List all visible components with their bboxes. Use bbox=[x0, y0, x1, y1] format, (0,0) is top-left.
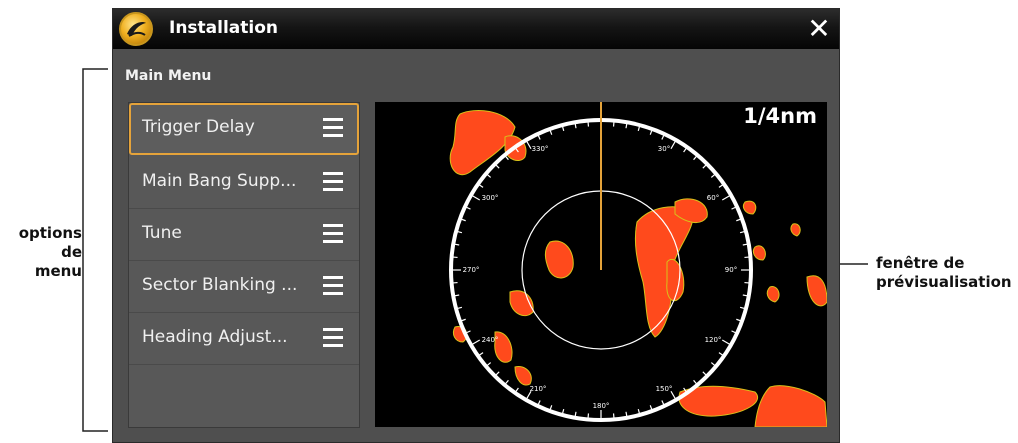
bearing-tick bbox=[744, 256, 751, 259]
bearing-tick bbox=[721, 339, 732, 346]
main-menu-title: Main Menu bbox=[125, 68, 212, 84]
bearing-tick bbox=[587, 120, 590, 127]
main-menu-list: Trigger Delay Main Bang Supp... Tune Sec… bbox=[128, 102, 360, 428]
bearing-tick bbox=[470, 194, 481, 201]
menu-lines-icon[interactable] bbox=[323, 224, 343, 244]
bearing-330: 330° bbox=[532, 145, 549, 153]
bearing-tick bbox=[451, 281, 458, 284]
menu-lines-icon[interactable] bbox=[323, 118, 343, 138]
bearing-180: 180° bbox=[593, 402, 610, 410]
bearing-30: 30° bbox=[658, 145, 670, 153]
bearing-270: 270° bbox=[463, 266, 480, 274]
close-icon[interactable]: ✕ bbox=[805, 15, 833, 43]
bearing-tick bbox=[470, 339, 481, 346]
menu-item-heading-adjust[interactable]: Heading Adjust... bbox=[129, 313, 359, 365]
radar-preview-window: 330° 30° 300° 60° 270° 90° 240° 120° 210… bbox=[375, 102, 827, 427]
bearing-tick bbox=[612, 413, 615, 420]
radar-display: 330° 30° 300° 60° 270° 90° 240° 120° 210… bbox=[449, 102, 827, 427]
menu-lines-icon[interactable] bbox=[323, 276, 343, 296]
annotation-right-line2: prévisualisation bbox=[876, 273, 1012, 291]
menu-item-label: Tune bbox=[142, 223, 182, 243]
menu-item-sector-blanking[interactable]: Sector Blanking ... bbox=[129, 261, 359, 313]
bearing-60: 60° bbox=[707, 194, 719, 202]
bearing-210: 210° bbox=[530, 385, 547, 393]
range-indicator: 1/4nm bbox=[743, 104, 817, 128]
humminbird-logo-icon bbox=[119, 12, 153, 46]
menu-lines-icon[interactable] bbox=[323, 328, 343, 348]
bearing-150: 150° bbox=[656, 385, 673, 393]
bearing-tick bbox=[451, 256, 458, 259]
menu-item-label: Main Bang Supp... bbox=[142, 171, 297, 191]
menu-item-tune[interactable]: Tune bbox=[129, 209, 359, 261]
installation-window: Installation ✕ Main Menu Trigger Delay M… bbox=[112, 8, 840, 443]
bearing-tick bbox=[612, 120, 615, 127]
preview-window-annotation: fenêtre de prévisualisation bbox=[876, 254, 1012, 292]
bearing-90: 90° bbox=[725, 266, 737, 274]
menu-item-label: Sector Blanking ... bbox=[142, 275, 298, 295]
title-bar: Installation ✕ bbox=[113, 9, 839, 49]
window-title: Installation bbox=[169, 18, 279, 38]
menu-item-label: Trigger Delay bbox=[142, 117, 255, 137]
menu-options-annotation: options de menu bbox=[18, 224, 82, 281]
annotation-left-line1: options bbox=[18, 224, 82, 242]
bearing-120: 120° bbox=[705, 336, 722, 344]
annotation-left-line2: de menu bbox=[34, 243, 82, 280]
bearing-tick bbox=[721, 194, 732, 201]
bearing-300: 300° bbox=[482, 194, 499, 202]
bearing-tick bbox=[587, 413, 590, 420]
menu-item-label: Heading Adjust... bbox=[142, 327, 288, 347]
menu-item-main-bang-suppression[interactable]: Main Bang Supp... bbox=[129, 157, 359, 209]
bearing-tick bbox=[525, 139, 532, 150]
menu-lines-icon[interactable] bbox=[323, 172, 343, 192]
annotation-right-line1: fenêtre de bbox=[876, 254, 965, 272]
menu-item-trigger-delay[interactable]: Trigger Delay bbox=[129, 103, 359, 155]
bearing-tick bbox=[670, 139, 677, 150]
bearing-240: 240° bbox=[482, 336, 499, 344]
bearing-labels: 330° 30° 300° 60° 270° 90° 240° 120° 210… bbox=[463, 145, 738, 410]
bearing-tick bbox=[744, 281, 751, 284]
